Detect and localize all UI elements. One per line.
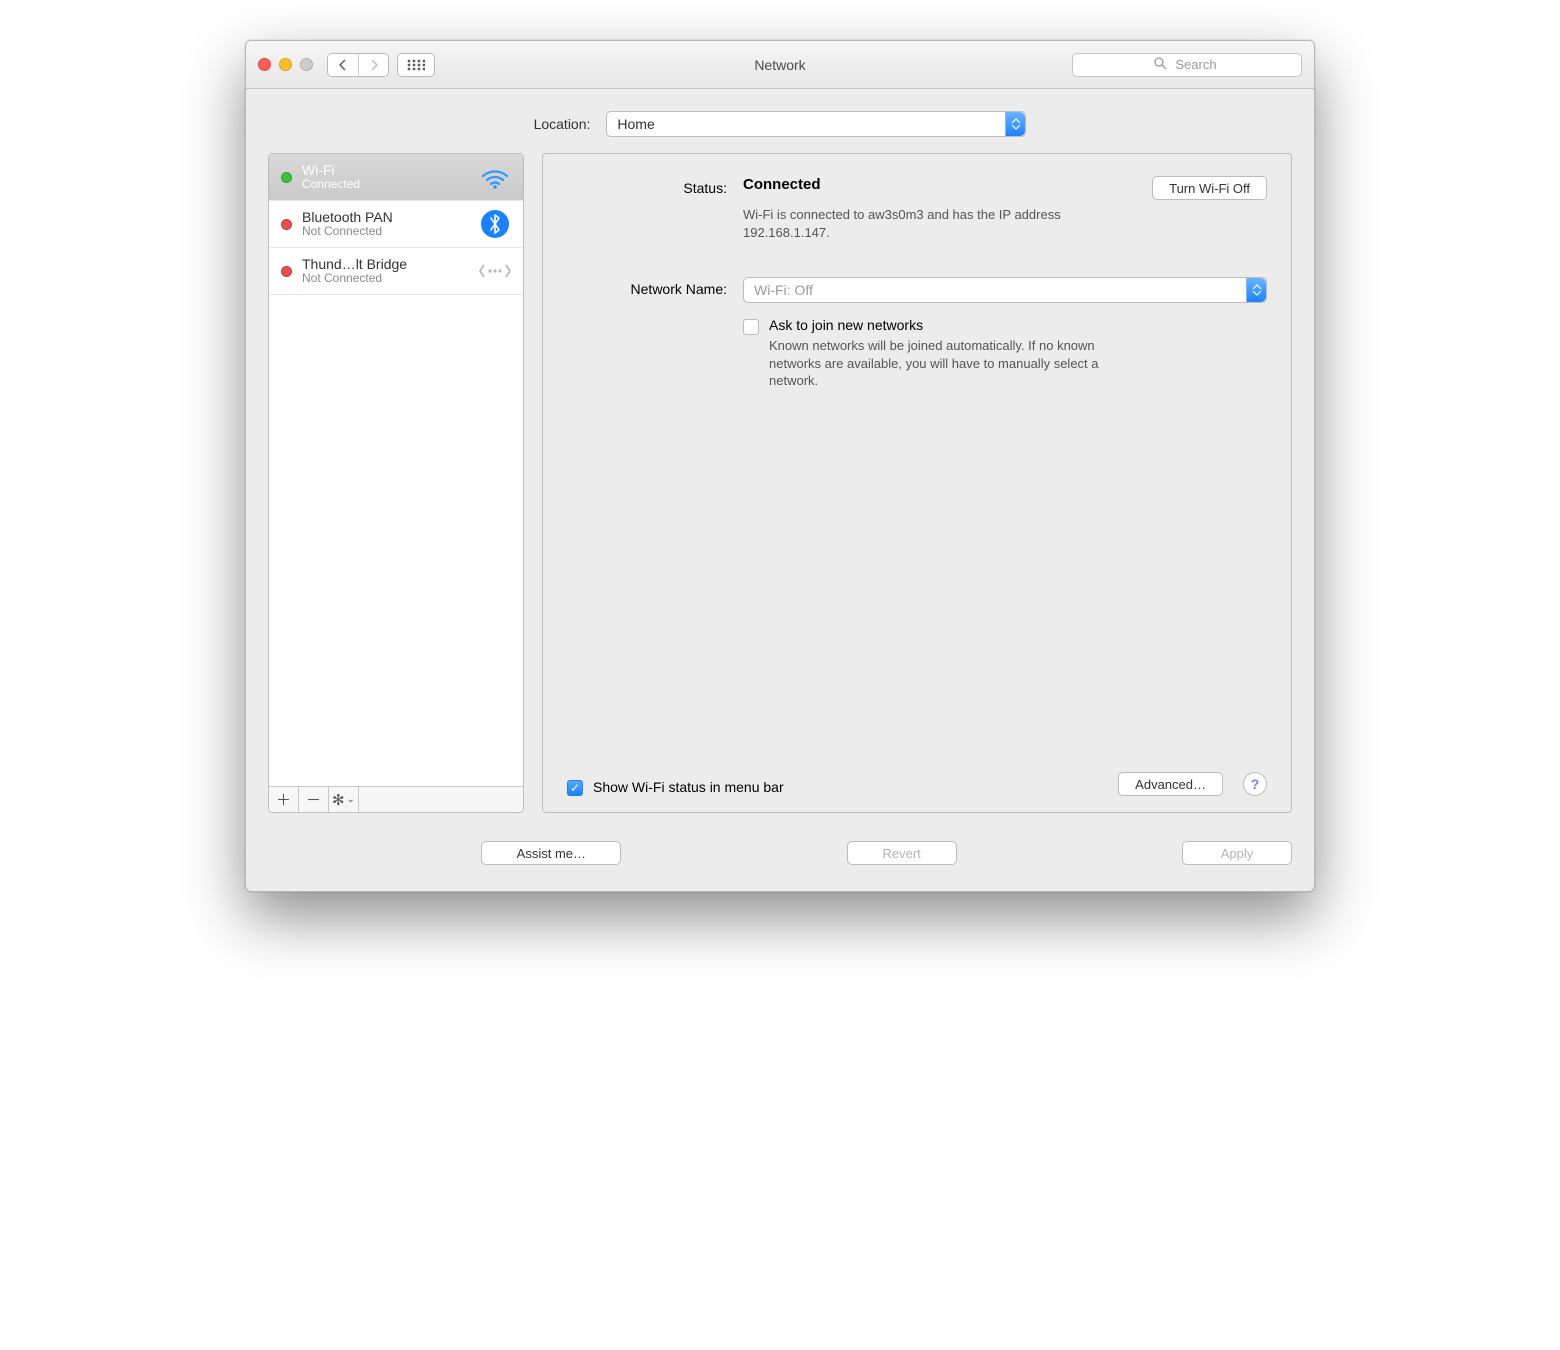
ask-join-description: Known networks will be joined automatica… [769,337,1149,390]
location-value: Home [617,116,654,132]
network-name-row: Network Name: Wi-Fi: Off Ask to join new… [567,277,1267,390]
apply-button[interactable]: Apply [1182,841,1292,865]
wifi-icon [477,162,513,192]
sidebar-actions: ＋ － ✻⌄ [269,786,523,812]
window: Network Location: Home Wi- [245,40,1315,892]
sidebar-item-wifi[interactable]: Wi-Fi Connected [269,154,523,201]
service-list: Wi-Fi Connected [269,154,523,786]
service-sidebar: Wi-Fi Connected [268,153,524,813]
traffic-lights [258,58,313,71]
status-dot-icon [281,172,292,183]
minimize-icon[interactable] [279,58,292,71]
thunderbolt-bridge-icon [477,256,513,286]
ask-join-checkbox[interactable] [743,319,759,335]
close-icon[interactable] [258,58,271,71]
search-wrap [1072,53,1302,77]
menubar-checkbox[interactable] [567,780,583,796]
status-dot-icon [281,219,292,230]
remove-service-button[interactable]: － [299,787,329,812]
advanced-button[interactable]: Advanced… [1118,772,1223,796]
sidebar-item-label: Wi-Fi [302,162,467,178]
network-name-value: Wi-Fi: Off [754,282,813,298]
sidebar-item-status: Connected [302,178,467,192]
menubar-label: Show Wi-Fi status in menu bar [593,779,784,795]
revert-button[interactable]: Revert [847,841,957,865]
assist-button[interactable]: Assist me… [481,841,621,865]
status-dot-icon [281,266,292,277]
gear-icon: ✻ [332,791,345,809]
search-input[interactable] [1072,53,1302,77]
ask-join-row: Ask to join new networks Known networks … [743,317,1267,390]
detail-panel: Status: Connected Turn Wi-Fi Off Wi-Fi i… [542,153,1292,813]
show-all-button[interactable] [397,53,435,77]
service-options-button[interactable]: ✻⌄ [329,787,359,812]
nav-segment [327,53,389,77]
grid-icon [407,59,425,71]
status-row: Status: Connected Turn Wi-Fi Off Wi-Fi i… [567,176,1267,241]
popup-stepper-icon [1246,278,1266,302]
network-name-popup[interactable]: Wi-Fi: Off [743,277,1267,303]
sidebar-item-thunderbolt[interactable]: Thund…lt Bridge Not Connected [269,248,523,295]
titlebar: Network [246,41,1314,89]
bluetooth-icon [477,209,513,239]
sidebar-item-status: Not Connected [302,225,467,239]
help-button[interactable]: ? [1243,772,1267,796]
menubar-row: Show Wi-Fi status in menu bar [567,778,784,796]
sidebar-item-label: Bluetooth PAN [302,209,467,225]
wifi-toggle-button[interactable]: Turn Wi-Fi Off [1152,176,1267,200]
add-service-button[interactable]: ＋ [269,787,299,812]
ask-join-label: Ask to join new networks [769,317,1149,333]
status-label: Status: [567,176,727,241]
location-row: Location: Home [246,89,1314,147]
status-value: Connected [743,176,821,193]
sidebar-item-bluetooth[interactable]: Bluetooth PAN Not Connected [269,201,523,248]
bottom-buttons: Assist me… Revert Apply [246,831,1314,891]
zoom-icon[interactable] [300,58,313,71]
sidebar-item-label: Thund…lt Bridge [302,256,467,272]
location-popup[interactable]: Home [606,111,1026,137]
location-label: Location: [534,116,591,132]
back-button[interactable] [328,54,358,76]
main: Wi-Fi Connected [246,147,1314,831]
popup-stepper-icon [1005,112,1025,136]
detail-footer: Show Wi-Fi status in menu bar Advanced… … [567,772,1267,796]
forward-button[interactable] [358,54,388,76]
sidebar-item-status: Not Connected [302,272,467,286]
status-description: Wi-Fi is connected to aw3s0m3 and has th… [743,206,1123,241]
network-name-label: Network Name: [567,277,727,390]
chevron-down-icon: ⌄ [347,794,355,805]
